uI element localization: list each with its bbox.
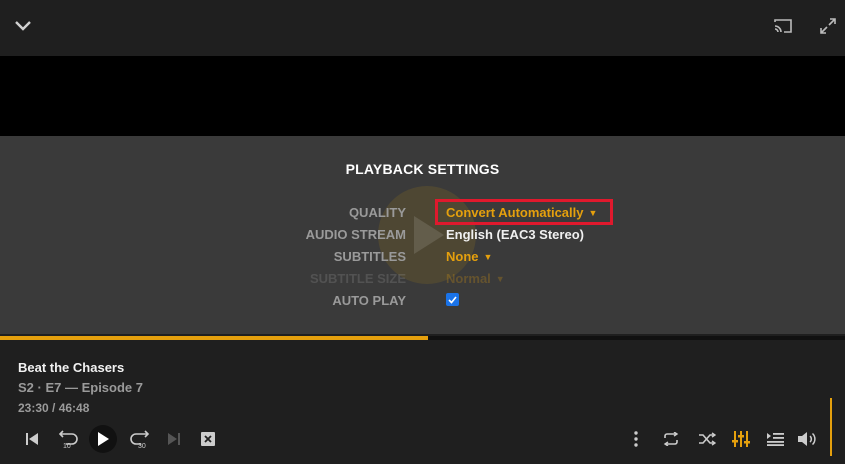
audio-stream-value[interactable]: English (EAC3 Stereo) <box>446 227 584 242</box>
auto-play-row: AUTO PLAY <box>0 290 845 312</box>
repeat-icon[interactable] <box>660 428 682 450</box>
playback-settings-panel: PLAYBACK SETTINGS QUALITY Convert Automa… <box>0 136 845 334</box>
video-area[interactable] <box>0 56 845 136</box>
subtitle-size-label: SUBTITLE SIZE <box>309 271 406 286</box>
audio-stream-label: AUDIO STREAM <box>305 227 406 242</box>
play-icon <box>98 432 109 446</box>
close-box-icon[interactable] <box>198 429 218 449</box>
shuffle-icon[interactable] <box>696 428 718 450</box>
svg-text:30: 30 <box>138 443 146 450</box>
audio-stream-row: AUDIO STREAM English (EAC3 Stereo) <box>0 224 845 246</box>
equalizer-icon[interactable] <box>730 428 752 450</box>
quality-row: QUALITY Convert Automatically ▼ <box>0 202 845 224</box>
volume-icon[interactable] <box>795 428 819 450</box>
quality-label: QUALITY <box>348 205 406 220</box>
panel-title: PLAYBACK SETTINGS <box>345 161 500 177</box>
subtitles-label: SUBTITLES <box>333 249 406 264</box>
subtitles-row: SUBTITLES None ▼ <box>0 246 845 268</box>
chevron-down-icon[interactable] <box>10 13 36 39</box>
episode-info[interactable]: S2 · E7 — Episode 7 <box>18 380 143 395</box>
cast-icon[interactable] <box>770 14 796 38</box>
subtitles-dropdown[interactable]: None ▼ <box>446 249 492 264</box>
replay-10-icon[interactable]: 10 <box>56 427 80 451</box>
subtitle-size-dropdown: Normal ▼ <box>446 271 505 286</box>
svg-text:10: 10 <box>63 443 71 450</box>
subtitle-size-row: SUBTITLE SIZE Normal ▼ <box>0 268 845 290</box>
fullscreen-icon[interactable] <box>816 14 840 38</box>
quality-highlight-box <box>435 199 613 225</box>
skip-next-icon <box>164 429 184 449</box>
forward-30-icon[interactable]: 30 <box>128 427 152 451</box>
more-vertical-icon[interactable] <box>626 429 646 449</box>
skip-previous-icon[interactable] <box>22 429 42 449</box>
volume-slider[interactable] <box>830 398 832 456</box>
player-controls: Beat the Chasers S2 · E7 — Episode 7 23:… <box>0 340 845 464</box>
media-title[interactable]: Beat the Chasers <box>18 360 124 375</box>
auto-play-label: AUTO PLAY <box>332 293 406 308</box>
auto-play-checkbox[interactable] <box>446 293 459 306</box>
play-button[interactable] <box>89 425 117 453</box>
time-display: 23:30 / 46:48 <box>18 401 90 415</box>
playlist-icon[interactable] <box>764 428 786 450</box>
top-bar <box>0 0 845 56</box>
